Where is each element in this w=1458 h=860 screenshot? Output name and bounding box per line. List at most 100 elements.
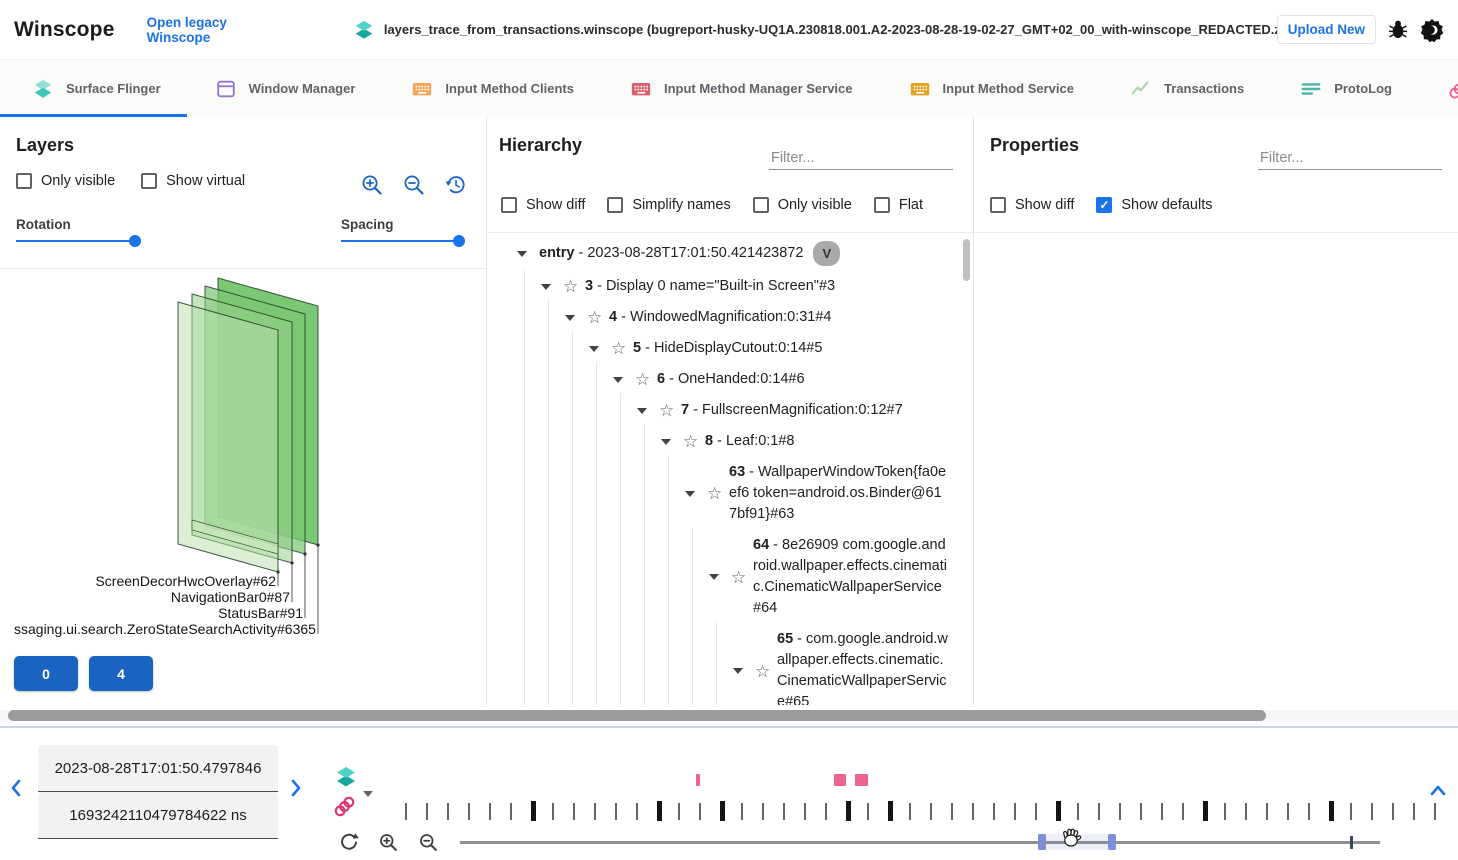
timeline-tick[interactable] [405, 803, 407, 820]
timeline-tick[interactable] [1098, 803, 1100, 820]
hierarchy-filter-input[interactable] [769, 147, 953, 170]
tree-node[interactable]: ☆ 5 - HideDisplayCutout:0:14#5 [487, 333, 973, 364]
timeline-tick[interactable] [804, 803, 806, 820]
star-icon[interactable]: ☆ [683, 433, 703, 450]
tab-input-method-service[interactable]: Input Method Service [881, 60, 1102, 117]
stack-button-0[interactable]: 0 [14, 656, 78, 691]
timeline-tick[interactable] [1434, 803, 1436, 820]
show-diff-checkbox[interactable]: Show diff [990, 197, 1074, 213]
timeline-tick[interactable] [762, 803, 764, 820]
timeline-tick[interactable] [552, 803, 554, 820]
timeline-tick[interactable] [489, 803, 491, 820]
only-visible-checkbox[interactable]: Only visible [16, 173, 115, 189]
timeline-tick[interactable] [678, 803, 680, 820]
expand-arrow-icon[interactable] [733, 668, 751, 674]
timeline-tick[interactable] [993, 803, 995, 820]
star-icon[interactable]: ☆ [563, 278, 583, 295]
timeline-tick[interactable] [426, 803, 428, 820]
star-icon[interactable]: ☆ [755, 663, 775, 680]
expand-arrow-icon[interactable] [541, 284, 559, 290]
star-icon[interactable]: ☆ [587, 309, 607, 326]
timeline-tick[interactable] [1245, 803, 1247, 820]
trace-event-marker[interactable] [834, 774, 846, 786]
layer-callout-label[interactable]: ssaging.ui.search.ZeroStateSearchActivit… [14, 621, 316, 637]
expand-arrow-icon[interactable] [685, 491, 703, 497]
checkbox-icon[interactable] [990, 197, 1006, 213]
tree-node[interactable]: ☆ 65 - com.google.android.wallpaper.effe… [487, 624, 973, 705]
tab-input-method-manager-service[interactable]: Input Method Manager Service [602, 60, 881, 117]
timeline-tick[interactable] [1413, 803, 1415, 820]
rotation-slider-thumb[interactable] [129, 235, 141, 247]
timeline-tick[interactable] [1161, 803, 1163, 820]
star-icon[interactable]: ☆ [707, 485, 727, 502]
timeline-tick[interactable] [846, 801, 851, 821]
expand-arrow-icon[interactable] [613, 377, 631, 383]
collapse-timeline-icon[interactable] [1428, 783, 1448, 798]
only-visible-checkbox[interactable]: Only visible [753, 197, 852, 213]
timeline-tick[interactable] [447, 803, 449, 820]
expand-arrow-icon[interactable] [517, 251, 535, 257]
rotation-slider-track[interactable] [16, 240, 140, 242]
hierarchy-scrollbar[interactable] [963, 239, 970, 281]
tree-node[interactable]: ☆ 63 - WallpaperWindowToken{fa0eef6 toke… [487, 457, 973, 530]
tab-window-manager[interactable]: Window Manager [187, 60, 384, 117]
dark-mode-icon[interactable] [1420, 18, 1444, 42]
timeline-tick[interactable] [1203, 801, 1208, 821]
checkbox-icon[interactable] [1096, 197, 1112, 213]
timeline-tick[interactable] [1035, 803, 1037, 820]
show-defaults-checkbox[interactable]: Show defaults [1096, 197, 1212, 213]
layer-callout-label[interactable]: ScreenDecorHwcOverlay#62 [95, 573, 276, 589]
tree-node[interactable]: ☆ 8 - Leaf:0:1#8 [487, 426, 973, 457]
star-icon[interactable]: ☆ [611, 340, 631, 357]
timeline-tick[interactable] [1350, 803, 1352, 820]
tree-node[interactable]: ☆ 64 - 8e26909 com.google.android.wallpa… [487, 530, 973, 624]
zoom-out-icon[interactable] [402, 173, 426, 197]
tab-transactions[interactable]: Transactions [1102, 60, 1272, 117]
timeline-tick[interactable] [951, 803, 953, 820]
timeline-tick[interactable] [1287, 803, 1289, 820]
timeline-tick[interactable] [636, 803, 638, 820]
timeline-tick[interactable] [867, 803, 869, 820]
timeline-tick[interactable] [825, 803, 827, 820]
open-legacy-link[interactable]: Open legacy Winscope [147, 15, 291, 45]
expand-arrow-icon[interactable] [637, 408, 655, 414]
timeline-tick[interactable] [1371, 803, 1373, 820]
tab-surface-flinger[interactable]: Surface Flinger [0, 60, 187, 117]
tree-node[interactable]: ☆ 3 - Display 0 name="Built-in Screen"#3 [487, 271, 973, 302]
range-slider-right-handle[interactable] [1108, 834, 1116, 850]
checkbox-icon[interactable] [501, 197, 517, 213]
reset-view-icon[interactable] [444, 173, 468, 197]
tab-input-method-clients[interactable]: Input Method Clients [383, 60, 602, 117]
checkbox-icon[interactable] [607, 197, 623, 213]
star-icon[interactable]: ☆ [635, 371, 655, 388]
timeline-tick[interactable] [783, 803, 785, 820]
checkbox-icon[interactable] [16, 173, 32, 189]
show-diff-checkbox[interactable]: Show diff [501, 197, 585, 213]
timeline-tick[interactable] [1308, 803, 1310, 820]
timeline-tick[interactable] [1182, 803, 1184, 820]
timeline-tick[interactable] [1266, 803, 1268, 820]
tree-node[interactable]: ☆ 4 - WindowedMagnification:0:31#4 [487, 302, 973, 333]
checkbox-icon[interactable] [874, 197, 890, 213]
upload-new-button[interactable]: Upload New [1277, 15, 1376, 44]
timeline-tick[interactable] [594, 803, 596, 820]
timeline-tick[interactable] [720, 801, 725, 821]
timeline-tick[interactable] [909, 803, 911, 820]
tab-protolog[interactable]: ProtoLog [1272, 60, 1420, 117]
show-virtual-checkbox[interactable]: Show virtual [141, 173, 245, 189]
trace-event-marker[interactable] [855, 774, 868, 786]
tab-transitions[interactable]: Tra [1420, 60, 1458, 117]
simplify-names-checkbox[interactable]: Simplify names [607, 197, 730, 213]
timeline-tick[interactable] [615, 803, 617, 820]
star-icon[interactable]: ☆ [731, 569, 751, 586]
expand-arrow-icon[interactable] [661, 439, 679, 445]
range-slider-left-handle[interactable] [1038, 834, 1046, 850]
zoom-in-icon[interactable] [360, 173, 384, 197]
layer-callout-label[interactable]: NavigationBar0#87 [171, 589, 290, 605]
range-slider-track[interactable] [460, 841, 1380, 844]
tree-node[interactable]: ☆ 6 - OneHanded:0:14#6 [487, 364, 973, 395]
timeline-tick[interactable] [930, 803, 932, 820]
star-icon[interactable]: ☆ [659, 402, 679, 419]
timeline-tick[interactable] [1119, 803, 1121, 820]
layer-callout-label[interactable]: StatusBar#91 [218, 605, 303, 621]
